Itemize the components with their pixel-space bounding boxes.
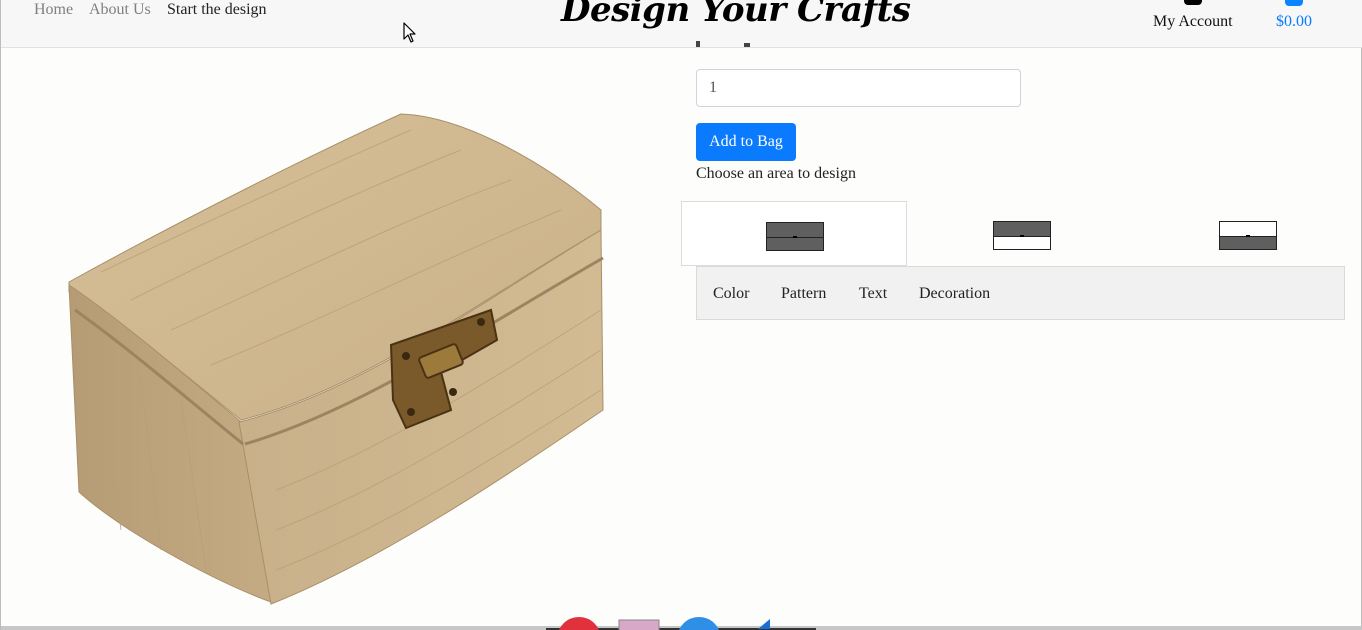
blue-circle-swatch: [678, 617, 720, 630]
mouse-pointer-icon: [403, 22, 416, 43]
choose-area-label: Choose an area to design: [696, 165, 856, 182]
area-option-bottom-alt[interactable]: [1133, 201, 1359, 266]
tab-decoration[interactable]: Decoration: [919, 285, 990, 303]
add-to-bag-button[interactable]: Add to Bag: [696, 123, 796, 161]
product-image-wooden-chest: [68, 113, 604, 605]
area-bottom-alt-icon: [1219, 221, 1277, 250]
tab-text[interactable]: Text: [859, 285, 887, 303]
bottom-palette-strip: [546, 617, 816, 630]
tab-pattern[interactable]: Pattern: [781, 285, 826, 303]
cart-link[interactable]: $0.00: [1276, 0, 1316, 40]
area-option-bottom[interactable]: [681, 201, 907, 266]
user-icon: [1184, 0, 1202, 5]
pink-square-swatch: [618, 619, 660, 630]
quantity-label-clipped: [696, 36, 776, 48]
area-option-top[interactable]: [907, 201, 1133, 266]
quantity-input[interactable]: [696, 69, 1021, 107]
area-bottom-icon: [766, 222, 824, 251]
navbar: Home About Us Start the design Design Yo…: [1, 0, 1362, 48]
red-circle-swatch: [558, 617, 600, 630]
blue-triangle-swatch: [758, 619, 770, 629]
tab-color[interactable]: Color: [713, 285, 749, 303]
nav-home-link[interactable]: Home: [34, 1, 73, 19]
nav-start-design-link[interactable]: Start the design: [167, 1, 267, 19]
area-top-icon: [993, 221, 1051, 250]
design-tool-tabs: Color Pattern Text Decoration: [696, 266, 1345, 320]
my-account-label: My Account: [1153, 13, 1233, 30]
site-brand[interactable]: Design Your Crafts: [561, 0, 911, 30]
design-area-selector: [681, 201, 1361, 267]
nav-about-link[interactable]: About Us: [89, 1, 151, 19]
cart-total: $0.00: [1276, 13, 1312, 30]
bag-icon: [1285, 0, 1303, 6]
my-account-link[interactable]: My Account: [1153, 0, 1235, 40]
